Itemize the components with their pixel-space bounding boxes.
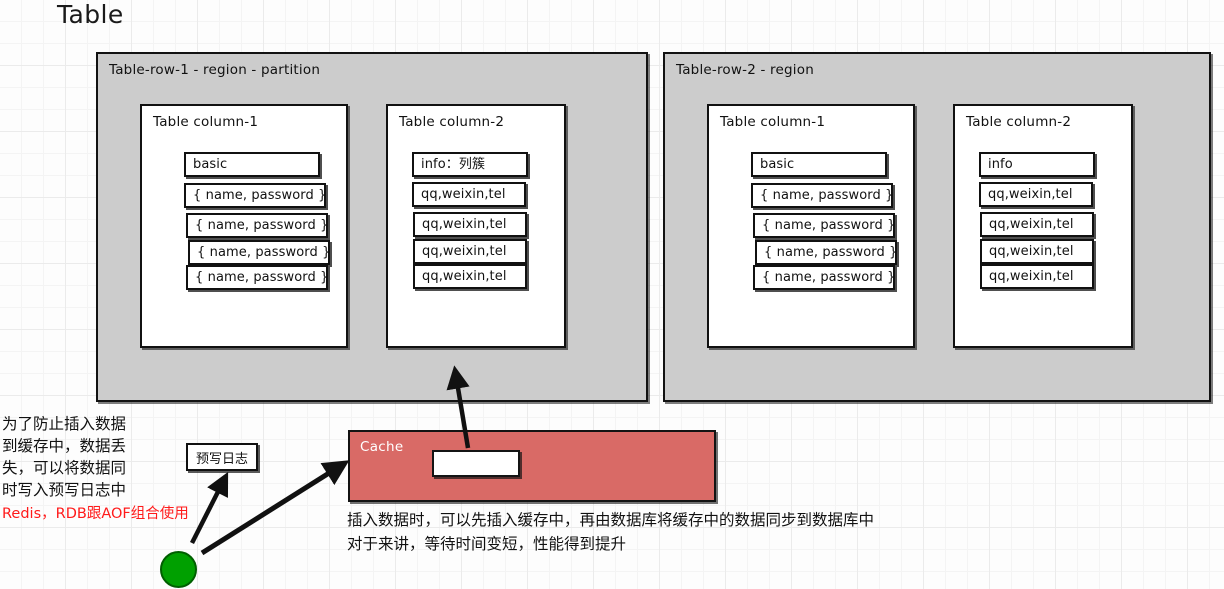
column-label: Table column-2 bbox=[399, 114, 505, 130]
cache-slot[interactable] bbox=[432, 450, 520, 477]
page-title: Table bbox=[57, 0, 124, 29]
region-table-row-1[interactable]: Table-row-1 - region - partition Table c… bbox=[96, 52, 648, 402]
column-box-table-row-1-column-2[interactable]: Table column-2 info：列簇 qq,weixin,tel qq,… bbox=[386, 104, 566, 348]
cell-info[interactable]: info：列簇 bbox=[412, 152, 528, 177]
cell-info-4[interactable]: qq,weixin,tel bbox=[413, 264, 527, 289]
cell-record-3[interactable]: { name, password } bbox=[188, 240, 330, 265]
column-box-table-row-2-column-2[interactable]: Table column-2 info qq,weixin,tel qq,wei… bbox=[953, 104, 1133, 348]
client-node-circle[interactable] bbox=[160, 551, 197, 588]
cell-basic[interactable]: basic bbox=[184, 152, 320, 177]
column-box-table-row-2-column-1[interactable]: Table column-1 basic { name, password } … bbox=[707, 104, 915, 348]
arrow-node-to-wal bbox=[189, 471, 229, 545]
cell-record-3[interactable]: { name, password } bbox=[755, 240, 897, 265]
cell-info-2[interactable]: qq,weixin,tel bbox=[413, 212, 527, 237]
write-ahead-log-box[interactable]: 预写日志 bbox=[186, 443, 258, 471]
cell-info[interactable]: info bbox=[979, 152, 1095, 177]
cell-basic[interactable]: basic bbox=[751, 152, 887, 177]
cell-info-3[interactable]: qq,weixin,tel bbox=[413, 239, 527, 264]
cell-record-1[interactable]: { name, password } bbox=[751, 183, 893, 208]
cell-record-1[interactable]: { name, password } bbox=[184, 183, 326, 208]
cell-record-4[interactable]: { name, password } bbox=[753, 265, 895, 290]
cell-record-2[interactable]: { name, password } bbox=[753, 213, 895, 238]
cell-info-4[interactable]: qq,weixin,tel bbox=[980, 264, 1094, 289]
region-label: Table-row-1 - region - partition bbox=[109, 62, 321, 78]
note-insert-flow: 插入数据时，可以先插入缓存中，再由数据库将缓存中的数据同步到数据库中 对于来讲，… bbox=[347, 511, 875, 553]
cell-info-2[interactable]: qq,weixin,tel bbox=[980, 212, 1094, 237]
column-label: Table column-1 bbox=[720, 114, 826, 130]
cell-info-3[interactable]: qq,weixin,tel bbox=[980, 239, 1094, 264]
cell-record-2[interactable]: { name, password } bbox=[186, 213, 328, 238]
diagram-canvas: Table Table-row-1 - region - partition T… bbox=[0, 0, 1224, 589]
region-label: Table-row-2 - region bbox=[676, 62, 814, 78]
cache-box[interactable]: Cache bbox=[348, 430, 716, 502]
column-label: Table column-1 bbox=[153, 114, 259, 130]
cache-label: Cache bbox=[360, 439, 404, 455]
column-label: Table column-2 bbox=[966, 114, 1072, 130]
cell-record-4[interactable]: { name, password } bbox=[186, 265, 328, 290]
region-table-row-2[interactable]: Table-row-2 - region Table column-1 basi… bbox=[663, 52, 1211, 402]
note-redis-rdb-aof: Redis，RDB跟AOF组合使用 bbox=[2, 506, 189, 522]
note-prevent-data-loss: 为了防止插入数据 到缓存中，数据丢 失，可以将数据同 时写入预写日志中 bbox=[2, 415, 127, 499]
cell-info-1[interactable]: qq,weixin,tel bbox=[412, 182, 526, 207]
column-box-table-row-1-column-1[interactable]: Table column-1 basic { name, password } … bbox=[140, 104, 348, 348]
arrow-node-to-cache bbox=[200, 460, 350, 556]
cell-info-1[interactable]: qq,weixin,tel bbox=[979, 182, 1093, 207]
